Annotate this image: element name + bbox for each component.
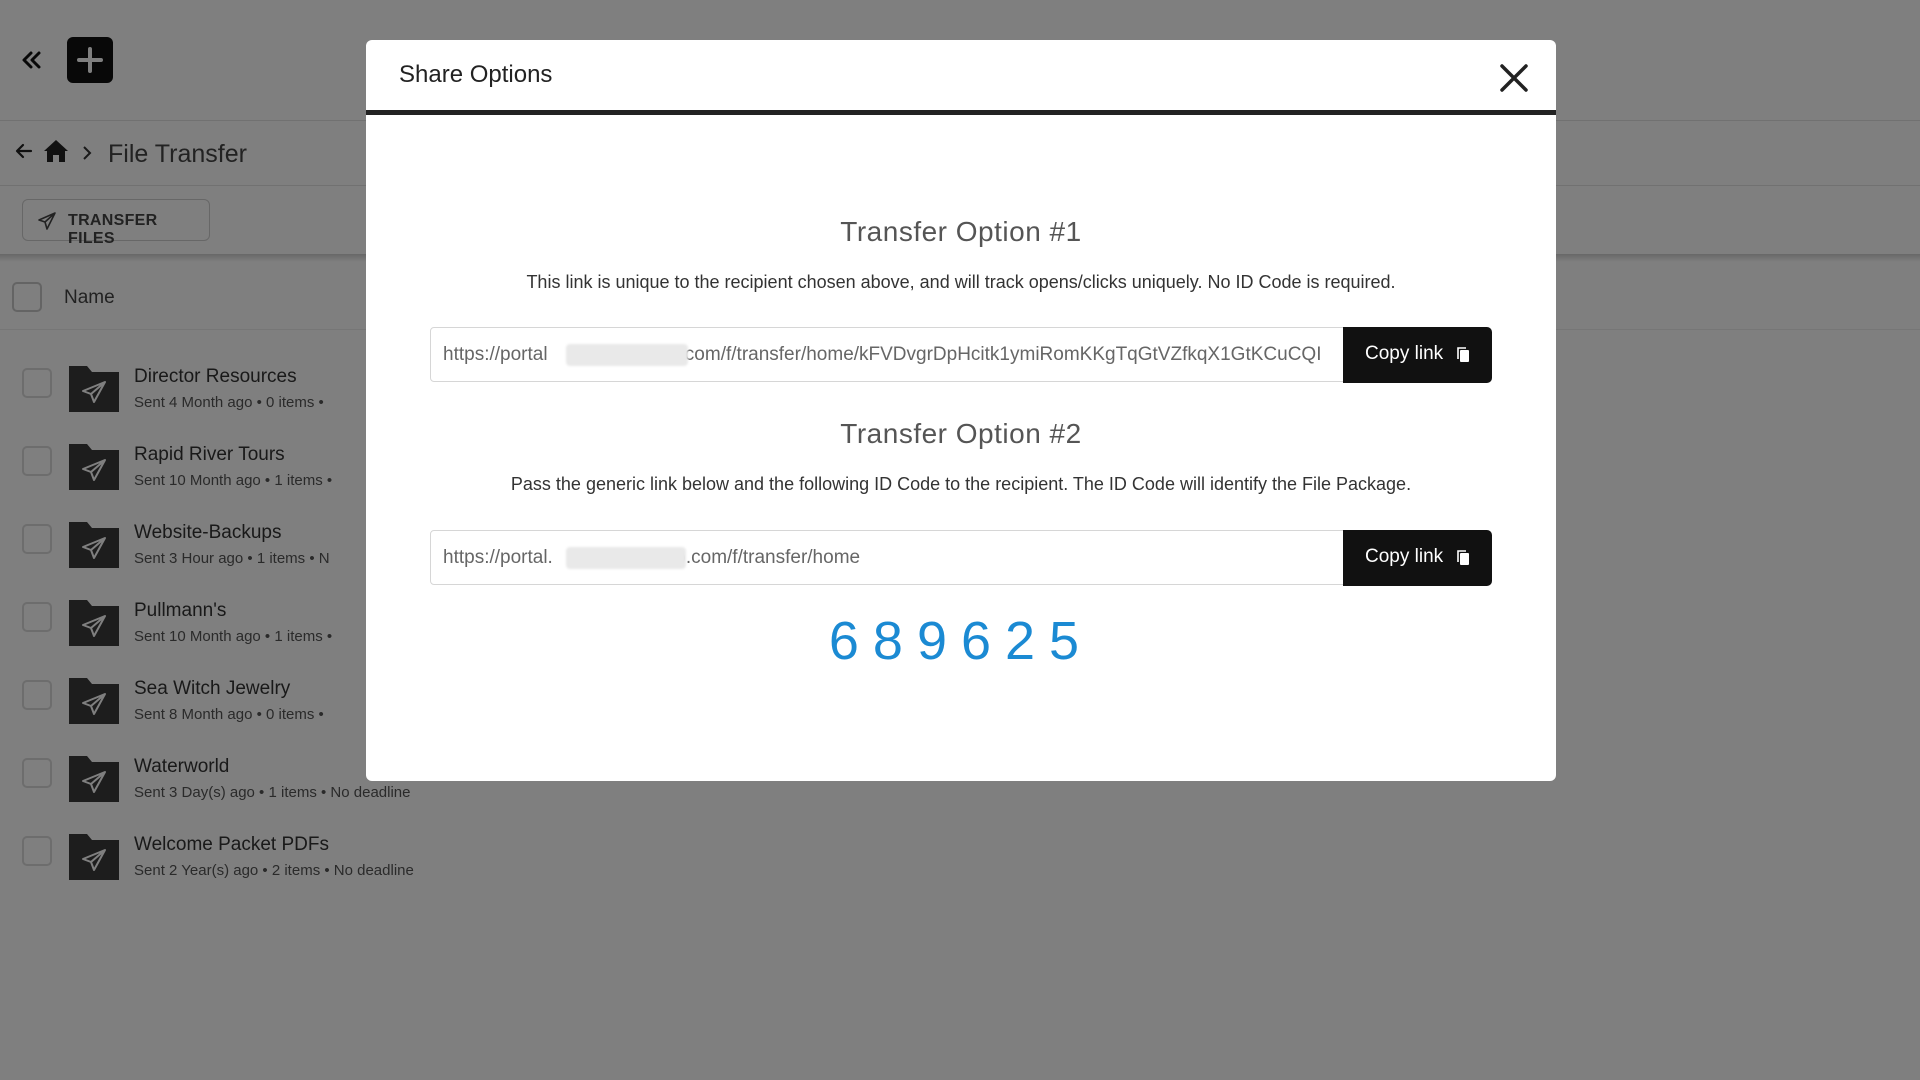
close-button[interactable] — [1492, 56, 1536, 100]
option1-description: This link is unique to the recipient cho… — [526, 272, 1396, 292]
close-icon — [1500, 64, 1528, 92]
option2-link-field[interactable] — [430, 530, 1345, 585]
option2-description: Pass the generic link below and the foll… — [510, 474, 1412, 494]
copy-label: Copy link — [1365, 546, 1444, 567]
redacted-domain — [566, 547, 686, 569]
option2-heading: Transfer Option #2 — [840, 418, 1082, 449]
dialog-title: Share Options — [399, 61, 553, 88]
redacted-domain — [566, 344, 688, 366]
option1-heading: Transfer Option #1 — [840, 216, 1082, 247]
copy-label: Copy link — [1365, 343, 1444, 364]
copy-icon — [1457, 550, 1469, 565]
id-code: 689625 — [828, 611, 1094, 671]
share-options-dialog: Share Options Transfer Option #1 This li… — [366, 40, 1556, 781]
dialog-header-divider — [366, 110, 1556, 115]
copy-icon — [1457, 347, 1469, 362]
option1-link-field[interactable] — [430, 327, 1345, 382]
option1-copy-button[interactable]: Copy link — [1343, 327, 1492, 383]
option2-copy-button[interactable]: Copy link — [1343, 530, 1492, 586]
